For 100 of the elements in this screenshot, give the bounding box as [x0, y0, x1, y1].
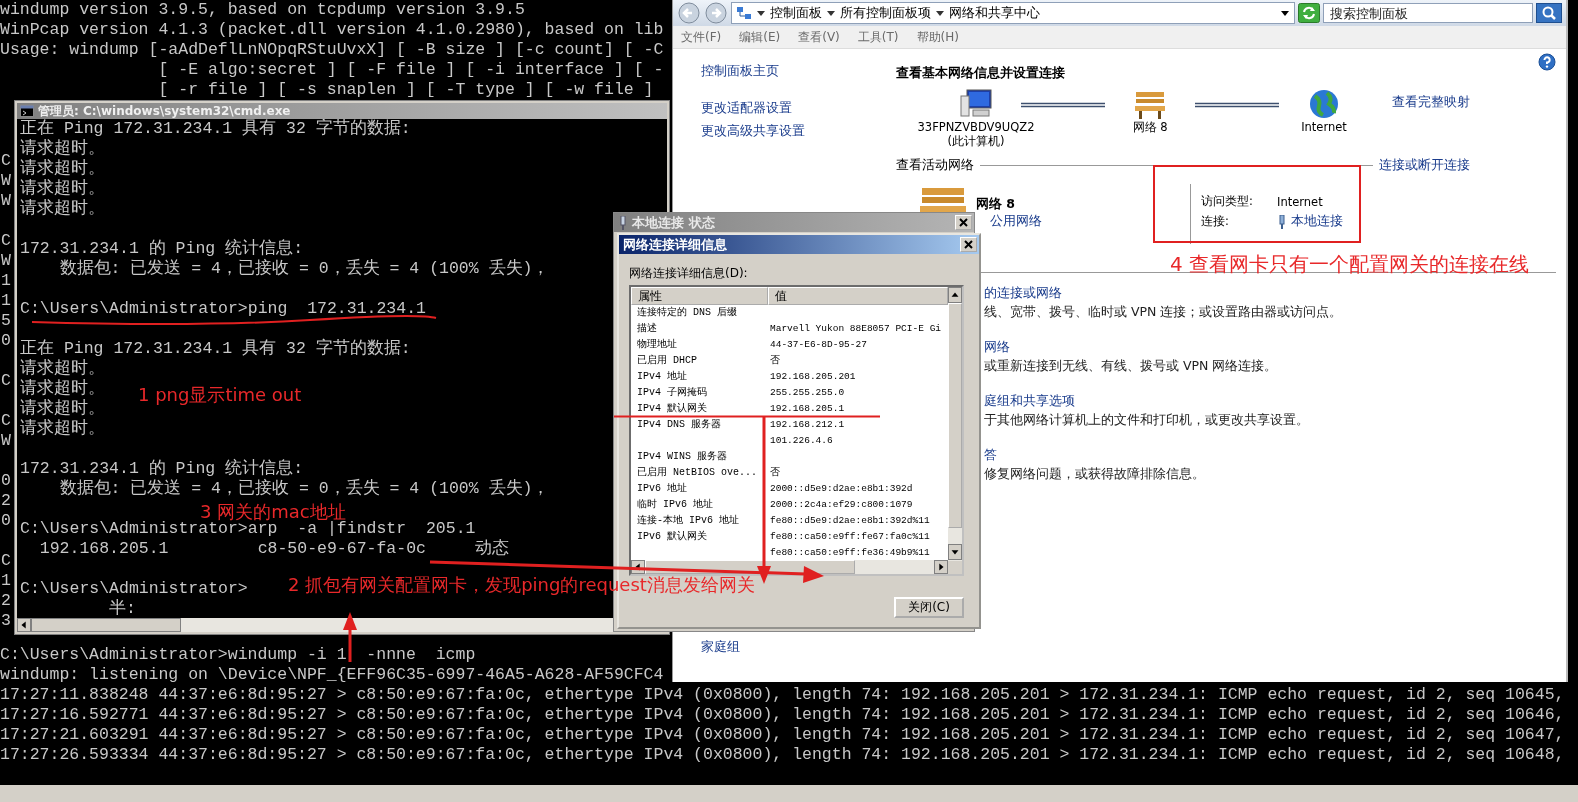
console-line: C:\Users\Administrator>windump -i 1 -nnne icmp	[0, 645, 476, 665]
console-line: 数据包: 已发送 = 4，已接收 = 0，丢失 = 4 (100% 丢失)，	[58, 479, 550, 499]
task-link[interactable]: 庭组和共享选项	[984, 393, 1075, 410]
console-line: 192.168.205.1 c8-50-e9-67-fa-0c 动态	[38, 539, 510, 559]
table-cell-text: 连接-本地 IPv6 地址	[636, 515, 740, 527]
table-cell-text: IPv4 子网掩码	[636, 387, 708, 399]
console-line: 1	[1, 571, 11, 591]
task-link[interactable]: 的连接或网络	[984, 285, 1062, 302]
close-button[interactable]: 关闭(C)	[894, 597, 964, 618]
table-cell: fe80::ca50:e9ff:fe67:fa0c%11	[770, 531, 930, 543]
table-cell: 101.226.4.6	[770, 435, 833, 447]
network-type-link[interactable]: 公用网络	[990, 213, 1042, 230]
console-line: C	[1, 151, 11, 171]
menu-item[interactable]: 编辑(E)	[739, 28, 781, 46]
table-cell-text: IPv6 地址	[636, 483, 688, 495]
chevron-icon	[936, 9, 944, 17]
console-line: [ -r file ] [ -s snaplen ] [ -T type ] [ -w file ]	[157, 80, 654, 100]
full-map-link[interactable]: 查看完整映射	[1392, 94, 1470, 111]
console-line: 17:27:11.838248 44:37:e6:8d:95:27 > c8:50:e9:67:fa:0c, ethertype IPv4 (0x0800), length 74: 192.168.205.201 > 172.31.234.1: ICMP echo request, id 2, seq 10645,	[0, 685, 1565, 705]
connection-link[interactable]: 本地连接	[1291, 213, 1343, 230]
annotation-text: 1 png显示time out	[138, 383, 302, 407]
console-line: C	[1, 231, 11, 251]
console-line: 1	[1, 291, 11, 311]
refresh-icon[interactable]	[1298, 3, 1320, 23]
column-header[interactable]: 属性	[631, 287, 768, 305]
annotation-text: 4 查看网卡只有一个配置网关的连接在线	[1170, 251, 1530, 278]
network-name: 网络 8	[976, 196, 1016, 213]
console-line: C:\Users\Administrator>	[20, 579, 248, 599]
console-line: 5	[1, 311, 11, 331]
table-cell-text: 已启用 DHCP	[636, 355, 698, 367]
menu-item[interactable]: 工具(T)	[857, 28, 899, 46]
console-line: W	[1, 191, 11, 211]
console-line: 请求超时。	[20, 159, 105, 179]
annotation-text: 2 抓包有网关配置网卡，发现ping的request消息发给网关	[288, 573, 755, 597]
console-line: W	[1, 171, 11, 191]
network-icon	[736, 5, 752, 21]
task-description: 于其他网络计算机上的文件和打印机，或更改共享设置。	[984, 412, 1309, 429]
console-line: 请求超时。	[20, 199, 105, 219]
console-line: windump version 3.9.5, based on tcpdump version 3.9.5	[0, 0, 525, 20]
menu-item[interactable]: 文件(F)	[681, 28, 722, 46]
table-cell: 2000::2c4a:ef29:c800:1079	[770, 499, 913, 511]
console-line: 17:27:26.593334 44:37:e6:8d:95:27 > c8:50:e9:67:fa:0c, ethertype IPv4 (0x0800), length 74: 192.168.205.201 > 172.31.234.1: ICMP echo request, id 2, seq 10648,	[0, 745, 1565, 765]
table-cell: 44-37-E6-8D-95-27	[770, 339, 867, 351]
console-line: 0	[1, 471, 11, 491]
help-icon[interactable]	[1538, 52, 1556, 71]
table-cell: 192.168.205.201	[770, 371, 856, 383]
console-line: 1	[1, 271, 11, 291]
table-cell-text: 已启用 NetBIOS ove...	[636, 467, 758, 479]
task-description: 或重新连接到无线、有线、拨号或 VPN 网络连接。	[984, 358, 1278, 375]
console-line: 请求超时。	[20, 399, 105, 419]
console-line: 2	[1, 491, 11, 511]
task-description: 线、宽带、拨号、临时或 VPN 连接；或设置路由器或访问点。	[984, 304, 1343, 321]
table-cell: 否	[770, 355, 780, 367]
sidebar-link[interactable]: 更改适配器设置	[701, 100, 792, 117]
task-link[interactable]: 网络	[984, 339, 1010, 356]
globe-icon	[1307, 88, 1341, 120]
computer-icon	[959, 88, 993, 120]
console-line: WinPcap version 4.1.3 (packet.dll version 4.1.0.2980), based on lib	[0, 20, 664, 40]
table-cell: 192.168.212.1	[770, 419, 845, 431]
console-line: 请求超时。	[20, 359, 105, 379]
breadcrumb-item[interactable]: 网络和共享中心	[949, 4, 1040, 22]
breadcrumb-item[interactable]: 所有控制面板项	[840, 4, 931, 22]
search-button[interactable]	[1536, 3, 1562, 23]
table-cell-text: 连接特定的 DNS 后缀	[636, 307, 738, 319]
console-line: [ -E algo:secret ] [ -F file ] [ -i interface ] [ -	[157, 60, 664, 80]
console-line: 0	[1, 331, 11, 351]
console-line: C	[1, 551, 11, 571]
table-cell: fe80::ca50:e9ff:fe36:49b9%11	[770, 547, 930, 559]
console-line: 正在 Ping 172.31.234.1 具有 32 字节的数据:	[20, 119, 411, 139]
console-line: 正在 Ping 172.31.234.1 具有 32 字节的数据:	[20, 339, 411, 359]
sidebar-link[interactable]: 更改高级共享设置	[701, 123, 805, 140]
vertical-scrollbar[interactable]	[948, 287, 962, 560]
task-link[interactable]: 答	[984, 447, 997, 464]
search-field[interactable]: 搜索控制面板	[1323, 3, 1533, 23]
table-cell-text: IPv4 WINS 服务器	[636, 451, 728, 463]
back-icon[interactable]	[677, 2, 701, 24]
menu-item[interactable]: 帮助(H)	[916, 28, 959, 46]
close-button[interactable]	[960, 237, 977, 252]
menu-item[interactable]: 查看(V)	[798, 28, 840, 46]
table-cell-text: 描述	[636, 323, 658, 335]
connect-link[interactable]: 连接或断开连接	[1379, 157, 1470, 174]
console-line: W	[1, 431, 11, 451]
forward-icon[interactable]	[704, 2, 728, 24]
window-title: 网络连接详细信息	[623, 235, 727, 254]
close-icon	[956, 216, 971, 229]
address-bar[interactable]: 控制面板 所有控制面板项 网络和共享中心	[731, 2, 1295, 24]
breadcrumb-item[interactable]: 控制面板	[770, 4, 822, 22]
window-title: 管理员: C:\windows\system32\cmd.exe	[38, 102, 291, 119]
table-cell: 2000::d5e9:d2ae:e8b1:392d	[770, 483, 913, 495]
table-cell-text: IPv4 DNS 服务器	[636, 419, 722, 431]
console-line: 请求超时。	[20, 179, 105, 199]
scrollbar-thumb[interactable]	[31, 618, 181, 632]
table-cell: 255.255.255.0	[770, 387, 845, 399]
table-cell-text: IPv4 默认网关	[636, 403, 708, 415]
console-line: W	[1, 251, 11, 271]
console-line: 2	[1, 591, 11, 611]
sidebar-link[interactable]: 控制面板主页	[701, 63, 779, 80]
console-icon	[20, 105, 34, 117]
sidebar-link[interactable]: 家庭组	[701, 639, 740, 654]
column-header[interactable]: 值	[768, 287, 948, 305]
